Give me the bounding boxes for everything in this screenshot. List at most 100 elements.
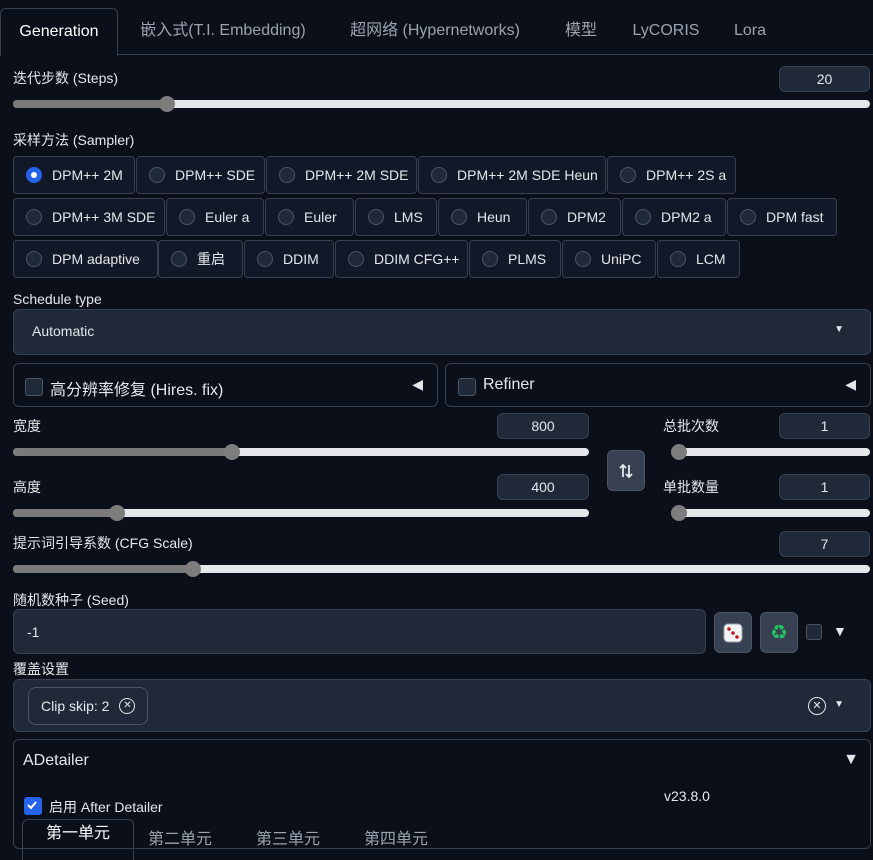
radio-indicator[interactable] [431, 167, 447, 183]
sampler-option[interactable]: UniPC [562, 240, 656, 278]
sampler-option-label: 重启 [197, 251, 225, 267]
sampler-option[interactable]: DPM2 a [622, 198, 726, 236]
swap-dimensions-button[interactable] [607, 450, 645, 491]
steps-number-input[interactable]: 20 [779, 66, 870, 92]
sampler-option-label: Euler [304, 209, 337, 225]
radio-indicator[interactable] [179, 209, 195, 225]
random-seed-button[interactable] [714, 612, 752, 653]
sampler-option[interactable]: DPM adaptive [13, 240, 158, 278]
width-slider[interactable] [13, 444, 589, 460]
radio-indicator[interactable] [278, 209, 294, 225]
tab-embedding[interactable]: 嵌入式(T.I. Embedding) [124, 8, 322, 55]
radio-indicator[interactable] [348, 251, 364, 267]
collapse-arrow-icon[interactable]: ◀ [845, 376, 856, 393]
tab-lora[interactable]: Lora [718, 8, 782, 55]
seed-label: 随机数种子 (Seed) [13, 592, 129, 608]
radio-indicator[interactable] [541, 209, 557, 225]
radio-indicator[interactable] [149, 167, 165, 183]
remove-chip-icon[interactable]: ✕ [119, 698, 136, 714]
sampler-option-label: LCM [696, 251, 726, 267]
sampler-option[interactable]: Euler a [166, 198, 264, 236]
adetailer-tab-2[interactable]: 第二单元 [148, 825, 212, 849]
sampler-option[interactable]: 重启 [158, 240, 243, 278]
sampler-option[interactable]: LMS [355, 198, 437, 236]
batch-count-slider-thumb[interactable] [671, 444, 687, 460]
height-number-input[interactable]: 400 [497, 474, 589, 500]
batch-size-slider-thumb[interactable] [671, 505, 687, 521]
radio-indicator[interactable] [451, 209, 467, 225]
hires-fix-checkbox[interactable] [25, 378, 43, 396]
sampler-option-label: DPM++ SDE [175, 167, 256, 183]
hires-fix-accordion[interactable]: 高分辨率修复 (Hires. fix) ◀ [13, 363, 438, 407]
sampler-option[interactable]: DPM++ 3M SDE [13, 198, 165, 236]
sampler-option[interactable]: DPM++ 2M [13, 156, 135, 194]
sampler-option-label: DDIM CFG++ [374, 251, 460, 267]
radio-indicator[interactable] [740, 209, 756, 225]
width-label: 宽度 [13, 418, 41, 434]
sampler-option[interactable]: DPM++ SDE [136, 156, 265, 194]
radio-indicator[interactable] [26, 251, 42, 267]
tab-generation[interactable]: Generation [0, 8, 118, 56]
sampler-option[interactable]: DPM++ 2M SDE Heun [418, 156, 606, 194]
width-slider-thumb[interactable] [223, 444, 240, 460]
collapse-arrow-icon[interactable]: ▼ [843, 751, 859, 769]
adetailer-title[interactable]: ADetailer [23, 752, 89, 770]
radio-indicator[interactable] [171, 251, 187, 267]
cfg-scale-slider-thumb[interactable] [184, 561, 201, 577]
sampler-option[interactable]: Euler [265, 198, 354, 236]
radio-indicator[interactable] [482, 251, 498, 267]
sampler-option[interactable]: Heun [438, 198, 527, 236]
sampler-option[interactable]: DPM fast [727, 198, 837, 236]
extra-seed-checkbox[interactable] [806, 624, 822, 640]
refiner-accordion[interactable]: Refiner ◀ [445, 363, 871, 407]
clear-all-icon[interactable]: ✕ [808, 697, 826, 715]
override-chip[interactable]: Clip skip: 2 ✕ [28, 687, 149, 725]
sampler-option[interactable]: DPM++ 2M SDE [266, 156, 417, 194]
width-number-input[interactable]: 800 [497, 413, 589, 439]
enable-adetailer-checkbox[interactable] [24, 797, 42, 815]
tab-hypernetworks[interactable]: 超网络 (Hypernetworks) [330, 8, 540, 55]
sampler-option-label: LMS [394, 209, 423, 225]
seed-input[interactable]: -1 [13, 609, 706, 654]
batch-count-slider[interactable] [671, 444, 870, 460]
height-slider[interactable] [13, 505, 589, 521]
radio-indicator[interactable] [279, 167, 295, 183]
sampler-option[interactable]: DDIM CFG++ [335, 240, 468, 278]
cfg-scale-slider[interactable] [13, 561, 870, 577]
sampler-option-label: DPM++ 2M [52, 167, 123, 183]
batch-count-number-input[interactable]: 1 [779, 413, 870, 439]
steps-slider-thumb[interactable] [159, 96, 176, 112]
adetailer-tab-3[interactable]: 第三单元 [256, 825, 320, 849]
schedule-type-dropdown[interactable]: Automatic ▼ [13, 309, 871, 355]
collapse-arrow-icon[interactable]: ◀ [412, 376, 423, 393]
radio-indicator[interactable] [575, 251, 591, 267]
tab-lycoris[interactable]: LyCORIS [620, 8, 712, 55]
sampler-option[interactable]: DPM++ 2S a [607, 156, 736, 194]
height-slider-thumb[interactable] [108, 505, 125, 521]
sampler-option[interactable]: LCM [657, 240, 740, 278]
extra-seed-expand-icon[interactable]: ▼ [833, 623, 847, 639]
radio-indicator[interactable] [635, 209, 651, 225]
radio-indicator[interactable] [257, 251, 273, 267]
steps-slider[interactable] [13, 96, 870, 112]
sampler-option-label: DPM2 [567, 209, 606, 225]
refiner-checkbox[interactable] [458, 378, 476, 396]
sampler-option[interactable]: PLMS [469, 240, 561, 278]
cfg-scale-number-input[interactable]: 7 [779, 531, 870, 557]
radio-indicator[interactable] [620, 167, 636, 183]
adetailer-tab-4[interactable]: 第四单元 [364, 825, 428, 849]
radio-indicator[interactable] [26, 209, 42, 225]
radio-indicator[interactable] [26, 167, 42, 183]
cfg-scale-slider-fill [13, 565, 193, 573]
chevron-down-icon[interactable]: ▼ [834, 699, 844, 710]
tab-models[interactable]: 模型 [548, 8, 614, 55]
adetailer-version: v23.8.0 [664, 788, 710, 804]
batch-size-number-input[interactable]: 1 [779, 474, 870, 500]
reuse-seed-button[interactable]: ♻ [760, 612, 798, 653]
radio-indicator[interactable] [368, 209, 384, 225]
batch-size-slider[interactable] [671, 505, 870, 521]
sampler-option[interactable]: DPM2 [528, 198, 621, 236]
radio-indicator[interactable] [670, 251, 686, 267]
sampler-option[interactable]: DDIM [244, 240, 334, 278]
override-settings-multiselect[interactable]: Clip skip: 2 ✕ ✕ ▼ [13, 679, 871, 732]
